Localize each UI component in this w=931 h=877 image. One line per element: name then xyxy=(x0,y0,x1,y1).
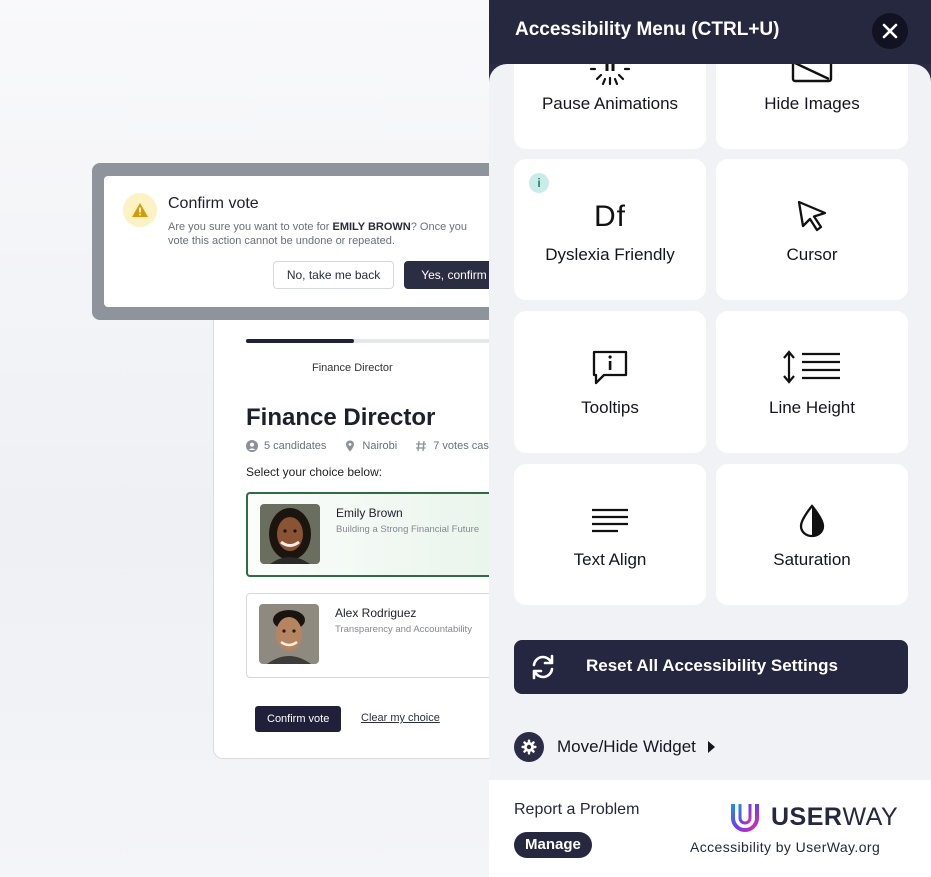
move-hide-label: Move/Hide Widget xyxy=(557,737,696,756)
candidate-photo xyxy=(259,604,319,664)
meta-candidates: 5 candidates xyxy=(246,440,326,452)
tile-label: Saturation xyxy=(773,550,851,569)
tile-pause-animations[interactable]: Pause Animations xyxy=(514,64,706,149)
tile-label: Line Height xyxy=(768,398,855,417)
tile-label: Hide Images xyxy=(764,94,860,113)
userway-u-icon xyxy=(731,804,759,832)
candidate-name: Alex Rodriguez xyxy=(335,606,417,620)
info-icon[interactable]: i xyxy=(529,173,549,193)
dialog-message: Are you sure you want to vote for EMILY … xyxy=(168,221,467,247)
gear-icon xyxy=(514,732,544,762)
position-meta: 5 candidates Nairobi 7 votes cas xyxy=(246,440,489,452)
panel-body: Pause Animations Hide Images i Df Dyslex… xyxy=(489,64,931,780)
close-button[interactable] xyxy=(872,13,908,49)
saturation-icon xyxy=(797,504,827,538)
refresh-icon xyxy=(532,654,554,680)
move-hide-widget-button[interactable]: Move/Hide Widget xyxy=(514,732,715,762)
tile-dyslexia-friendly[interactable]: i Df Dyslexia Friendly xyxy=(514,159,706,300)
close-icon xyxy=(882,23,898,39)
tile-label: Cursor xyxy=(786,245,838,264)
hash-icon xyxy=(416,440,427,452)
tile-hide-images[interactable]: Hide Images xyxy=(716,64,908,149)
candidate-tagline: Transparency and Accountability xyxy=(335,624,472,635)
progress-caption: Finance Director xyxy=(312,362,393,374)
tile-text-align[interactable]: Text Align xyxy=(514,464,706,605)
tile-line-height[interactable]: Line Height xyxy=(716,311,908,453)
tile-label: Text Align xyxy=(573,550,647,569)
background-page: Finance Director Finance Director 5 cand… xyxy=(0,0,489,877)
candidate-name: Emily Brown xyxy=(336,506,403,520)
candidate-option-alex-rodriguez[interactable]: Alex Rodriguez Transparency and Accounta… xyxy=(246,593,489,678)
report-problem-link[interactable]: Report a Problem xyxy=(514,801,639,819)
yes-confirm-button[interactable]: Yes, confirm xyxy=(404,261,489,289)
tile-tooltips[interactable]: Tooltips xyxy=(514,311,706,453)
confirm-vote-dialog: Confirm vote Are you sure you want to vo… xyxy=(104,176,489,307)
hide-images-icon xyxy=(790,64,834,84)
choice-prompt: Select your choice below: xyxy=(246,465,383,479)
panel-footer: Report a Problem Manage USERWAY Accessib… xyxy=(489,780,931,877)
manage-button[interactable]: Manage xyxy=(514,832,592,858)
tile-cursor[interactable]: Cursor xyxy=(716,159,908,300)
location-pin-icon xyxy=(346,440,355,452)
progress-fill xyxy=(246,339,354,343)
text-align-icon xyxy=(590,506,630,536)
meta-location: Nairobi xyxy=(344,440,397,452)
candidate-tagline: Building a Strong Financial Future xyxy=(336,524,480,535)
pause-animations-icon xyxy=(588,64,632,88)
vote-card: Finance Director Finance Director 5 cand… xyxy=(213,300,489,759)
meta-votes: 7 votes cas xyxy=(415,440,489,452)
panel-header: Accessibility Menu (CTRL+U) xyxy=(489,0,931,64)
tooltip-icon xyxy=(590,349,630,387)
panel-title: Accessibility Menu (CTRL+U) xyxy=(515,19,780,40)
dyslexia-icon: Df xyxy=(594,200,626,233)
reset-all-label: Reset All Accessibility Settings xyxy=(586,656,838,675)
reset-all-button[interactable]: Reset All Accessibility Settings xyxy=(514,640,908,694)
cursor-icon xyxy=(794,199,830,233)
user-icon xyxy=(246,440,258,452)
position-title: Finance Director xyxy=(246,404,436,431)
tile-label: Pause Animations xyxy=(541,94,679,113)
candidate-photo xyxy=(260,504,320,564)
modal-overlay: Confirm vote Are you sure you want to vo… xyxy=(92,163,489,320)
caret-right-icon xyxy=(707,741,715,753)
clear-choice-link[interactable]: Clear my choice xyxy=(361,712,440,724)
progress-bar xyxy=(246,339,489,343)
tile-label: Tooltips xyxy=(581,398,639,417)
tile-label: Dyslexia Friendly xyxy=(545,245,675,264)
confirm-vote-button[interactable]: Confirm vote xyxy=(255,706,342,732)
accessibility-panel: Accessibility Menu (CTRL+U) Pause Animat… xyxy=(489,0,931,877)
take-me-back-button[interactable]: No, take me back xyxy=(273,261,394,289)
tile-saturation[interactable]: Saturation xyxy=(716,464,908,605)
userway-tagline[interactable]: Accessibility by UserWay.org xyxy=(690,839,880,855)
warning-icon xyxy=(123,193,157,227)
userway-logo[interactable]: USERWAY xyxy=(729,802,898,832)
line-height-icon xyxy=(782,349,842,385)
candidate-option-emily-brown[interactable]: Emily Brown Building a Strong Financial … xyxy=(246,492,489,577)
userway-wordmark: USERWAY xyxy=(771,802,899,831)
dialog-title: Confirm vote xyxy=(168,195,259,212)
